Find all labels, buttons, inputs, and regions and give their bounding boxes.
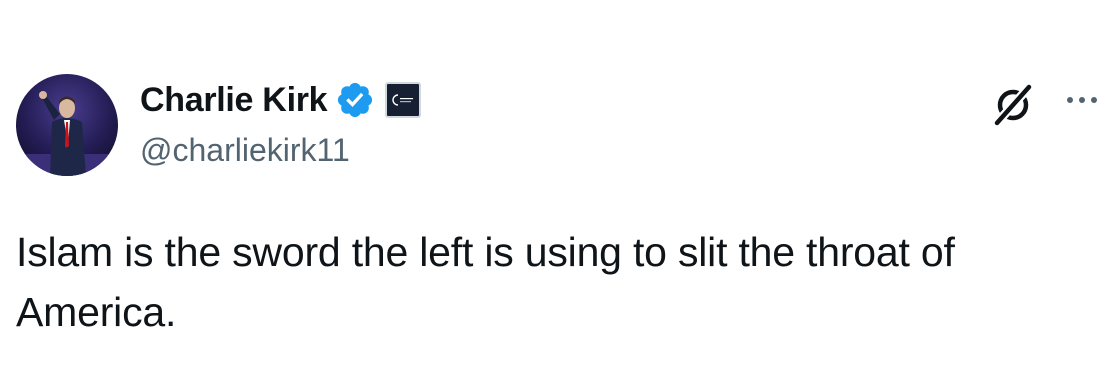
author-handle[interactable]: @charliekirk11 xyxy=(140,132,350,169)
avatar-photo xyxy=(16,74,118,176)
affiliate-logo-icon xyxy=(392,94,414,106)
affiliate-badge-icon[interactable] xyxy=(385,82,422,118)
avatar[interactable] xyxy=(16,74,118,176)
grok-icon[interactable] xyxy=(988,80,1038,130)
display-name[interactable]: Charlie Kirk xyxy=(140,81,328,120)
tweet-text: Islam is the sword the left is using to … xyxy=(16,229,955,335)
author-name-row: Charlie Kirk xyxy=(140,78,422,122)
more-options-icon[interactable] xyxy=(1062,90,1101,110)
verified-badge-icon[interactable] xyxy=(335,80,375,120)
